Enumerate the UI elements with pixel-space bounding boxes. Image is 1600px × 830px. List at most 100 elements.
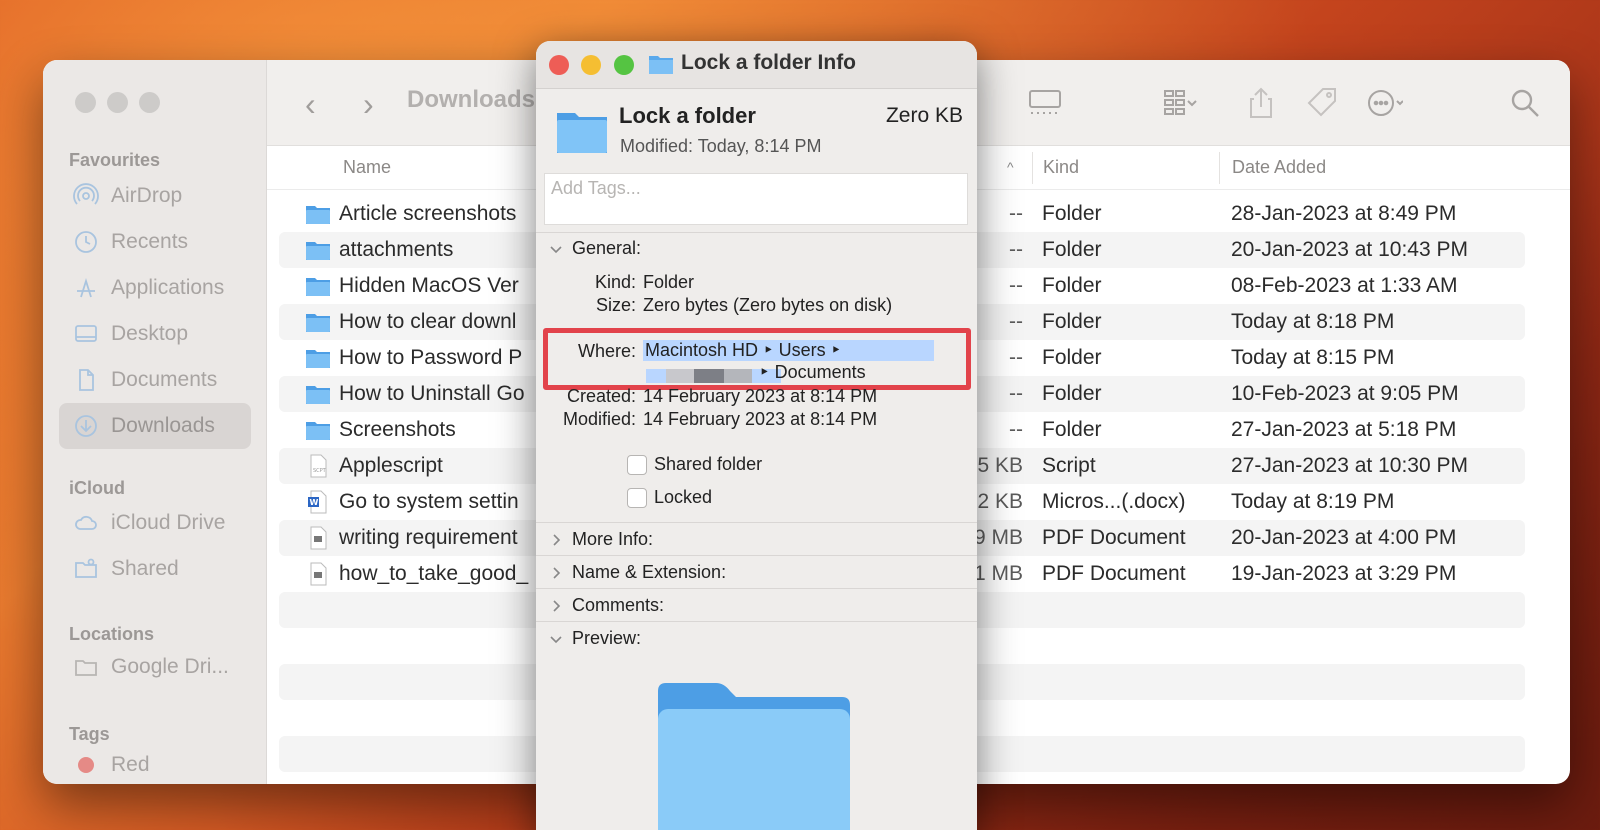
search-icon[interactable] bbox=[1507, 85, 1543, 121]
section-name-extension[interactable]: Name & Extension: bbox=[550, 562, 726, 583]
folder-icon bbox=[305, 346, 331, 370]
sidebar-item-label: iCloud Drive bbox=[111, 511, 226, 534]
folder-icon bbox=[305, 202, 331, 226]
info-titlebar: Lock a folder Info bbox=[536, 41, 977, 89]
group-by-icon[interactable] bbox=[1162, 85, 1198, 121]
pdf-icon bbox=[305, 526, 331, 550]
close-button[interactable] bbox=[549, 55, 569, 75]
sidebar-item-applications[interactable]: Applications bbox=[59, 265, 251, 311]
tag-icon[interactable] bbox=[1305, 85, 1341, 121]
column-separator bbox=[1032, 152, 1033, 184]
file-kind: Folder bbox=[1042, 418, 1102, 441]
chevron-right-icon bbox=[553, 599, 561, 612]
sidebar-item-label: Google Dri... bbox=[111, 655, 229, 678]
close-button[interactable] bbox=[75, 92, 96, 113]
share-icon[interactable] bbox=[1243, 85, 1279, 121]
more-actions-icon[interactable] bbox=[1367, 85, 1403, 121]
sidebar-item-shared[interactable]: Shared bbox=[59, 546, 251, 592]
size-label: Size: bbox=[595, 295, 636, 315]
file-name: Article screenshots bbox=[339, 202, 517, 225]
sidebar-item-label: Applications bbox=[111, 276, 225, 299]
folder-icon bbox=[557, 113, 607, 153]
file-kind: Folder bbox=[1042, 202, 1102, 225]
document-icon bbox=[79, 369, 94, 391]
sidebar-item-documents[interactable]: Documents bbox=[59, 357, 251, 403]
sidebar-item-airdrop[interactable]: AirDrop bbox=[59, 173, 251, 219]
sidebar-item-label: Shared bbox=[111, 557, 179, 580]
sidebar-item-label: Downloads bbox=[111, 414, 215, 437]
file-name: How to clear downl bbox=[339, 310, 517, 333]
sidebar-item-downloads[interactable]: Downloads bbox=[59, 403, 251, 449]
forward-button[interactable]: › bbox=[363, 86, 374, 123]
locked-checkbox[interactable] bbox=[627, 488, 647, 508]
clock-icon bbox=[75, 231, 97, 253]
info-window-title: Lock a folder Info bbox=[681, 51, 857, 74]
chevron-down-icon bbox=[550, 245, 562, 253]
red-tag-dot-icon bbox=[78, 757, 94, 773]
file-name: How to Uninstall Go bbox=[339, 382, 525, 405]
file-size: -- bbox=[1009, 274, 1023, 297]
section-more-info[interactable]: More Info: bbox=[550, 529, 653, 550]
file-name: writing requirement bbox=[339, 526, 518, 549]
kind-value: Folder bbox=[643, 272, 695, 292]
section-label: More Info: bbox=[572, 529, 654, 549]
file-size: -- bbox=[1009, 418, 1023, 441]
file-size: -- bbox=[1009, 346, 1023, 369]
script-icon: SCPT bbox=[305, 454, 331, 478]
file-name: attachments bbox=[339, 238, 454, 261]
sidebar-item-recents[interactable]: Recents bbox=[59, 219, 251, 265]
sidebar-item-label: AirDrop bbox=[111, 184, 183, 207]
item-size: Zero KB bbox=[885, 104, 963, 127]
sidebar-item-tag-red[interactable]: Red bbox=[59, 742, 251, 784]
section-comments[interactable]: Comments: bbox=[550, 595, 664, 616]
file-date-added: 27-Jan-2023 at 5:18 PM bbox=[1231, 418, 1457, 441]
sort-ascending-icon[interactable]: ^ bbox=[1007, 159, 1014, 175]
modified-value: Today, 8:14 PM bbox=[697, 136, 822, 156]
gallery-view-icon[interactable] bbox=[1027, 85, 1063, 121]
file-kind: Folder bbox=[1042, 382, 1102, 405]
file-kind: Folder bbox=[1042, 274, 1102, 297]
section-preview[interactable]: Preview: bbox=[550, 628, 641, 649]
zoom-button[interactable] bbox=[139, 92, 160, 113]
file-kind: Folder bbox=[1042, 310, 1102, 333]
sidebar-item-label: Recents bbox=[111, 230, 189, 253]
column-kind[interactable]: Kind bbox=[1043, 157, 1079, 178]
folder-icon bbox=[305, 418, 331, 442]
sidebar-item-label: Red bbox=[111, 753, 150, 776]
sidebar-item-desktop[interactable]: Desktop bbox=[59, 311, 251, 357]
folder-icon bbox=[305, 274, 331, 298]
sidebar-item-google-drive[interactable]: Google Dri... bbox=[59, 644, 251, 690]
sidebar-section-favourites: Favourites bbox=[69, 150, 161, 170]
file-date-added: Today at 8:18 PM bbox=[1231, 310, 1395, 333]
back-button[interactable]: ‹ bbox=[305, 86, 316, 123]
column-date-added[interactable]: Date Added bbox=[1232, 157, 1326, 178]
svg-text:W: W bbox=[310, 498, 319, 507]
column-name[interactable]: Name bbox=[343, 157, 391, 178]
locked-label: Locked bbox=[654, 487, 713, 507]
kind-label: Kind: bbox=[594, 272, 636, 292]
window-title: Downloads bbox=[407, 86, 536, 113]
sidebar-item-icloud-drive[interactable]: iCloud Drive bbox=[59, 500, 251, 546]
zoom-button[interactable] bbox=[614, 55, 634, 75]
file-size: -- bbox=[1009, 202, 1023, 225]
item-name: Lock a folder bbox=[619, 103, 756, 128]
file-name: Screenshots bbox=[339, 418, 456, 441]
modified-detail-value: 14 February 2023 at 8:14 PM bbox=[643, 409, 878, 429]
chevron-right-icon bbox=[553, 533, 561, 546]
shared-folder-checkbox[interactable] bbox=[627, 455, 647, 475]
file-name: Go to system settin bbox=[339, 490, 519, 513]
file-date-added: 28-Jan-2023 at 8:49 PM bbox=[1231, 202, 1457, 225]
section-general[interactable]: General: bbox=[550, 238, 641, 259]
tags-input[interactable]: Add Tags... bbox=[544, 173, 968, 225]
file-kind: Folder bbox=[1042, 238, 1102, 261]
sidebar-item-label: Desktop bbox=[111, 322, 189, 345]
shared-folder-label: Shared folder bbox=[654, 454, 763, 474]
file-kind: Folder bbox=[1042, 346, 1102, 369]
minimize-button[interactable] bbox=[581, 55, 601, 75]
folder-icon bbox=[305, 238, 331, 262]
word-doc-icon: W bbox=[305, 490, 331, 514]
desktop-icon bbox=[75, 325, 97, 342]
download-icon bbox=[75, 415, 97, 437]
minimize-button[interactable] bbox=[107, 92, 128, 113]
file-date-added: 20-Jan-2023 at 4:00 PM bbox=[1231, 526, 1457, 549]
